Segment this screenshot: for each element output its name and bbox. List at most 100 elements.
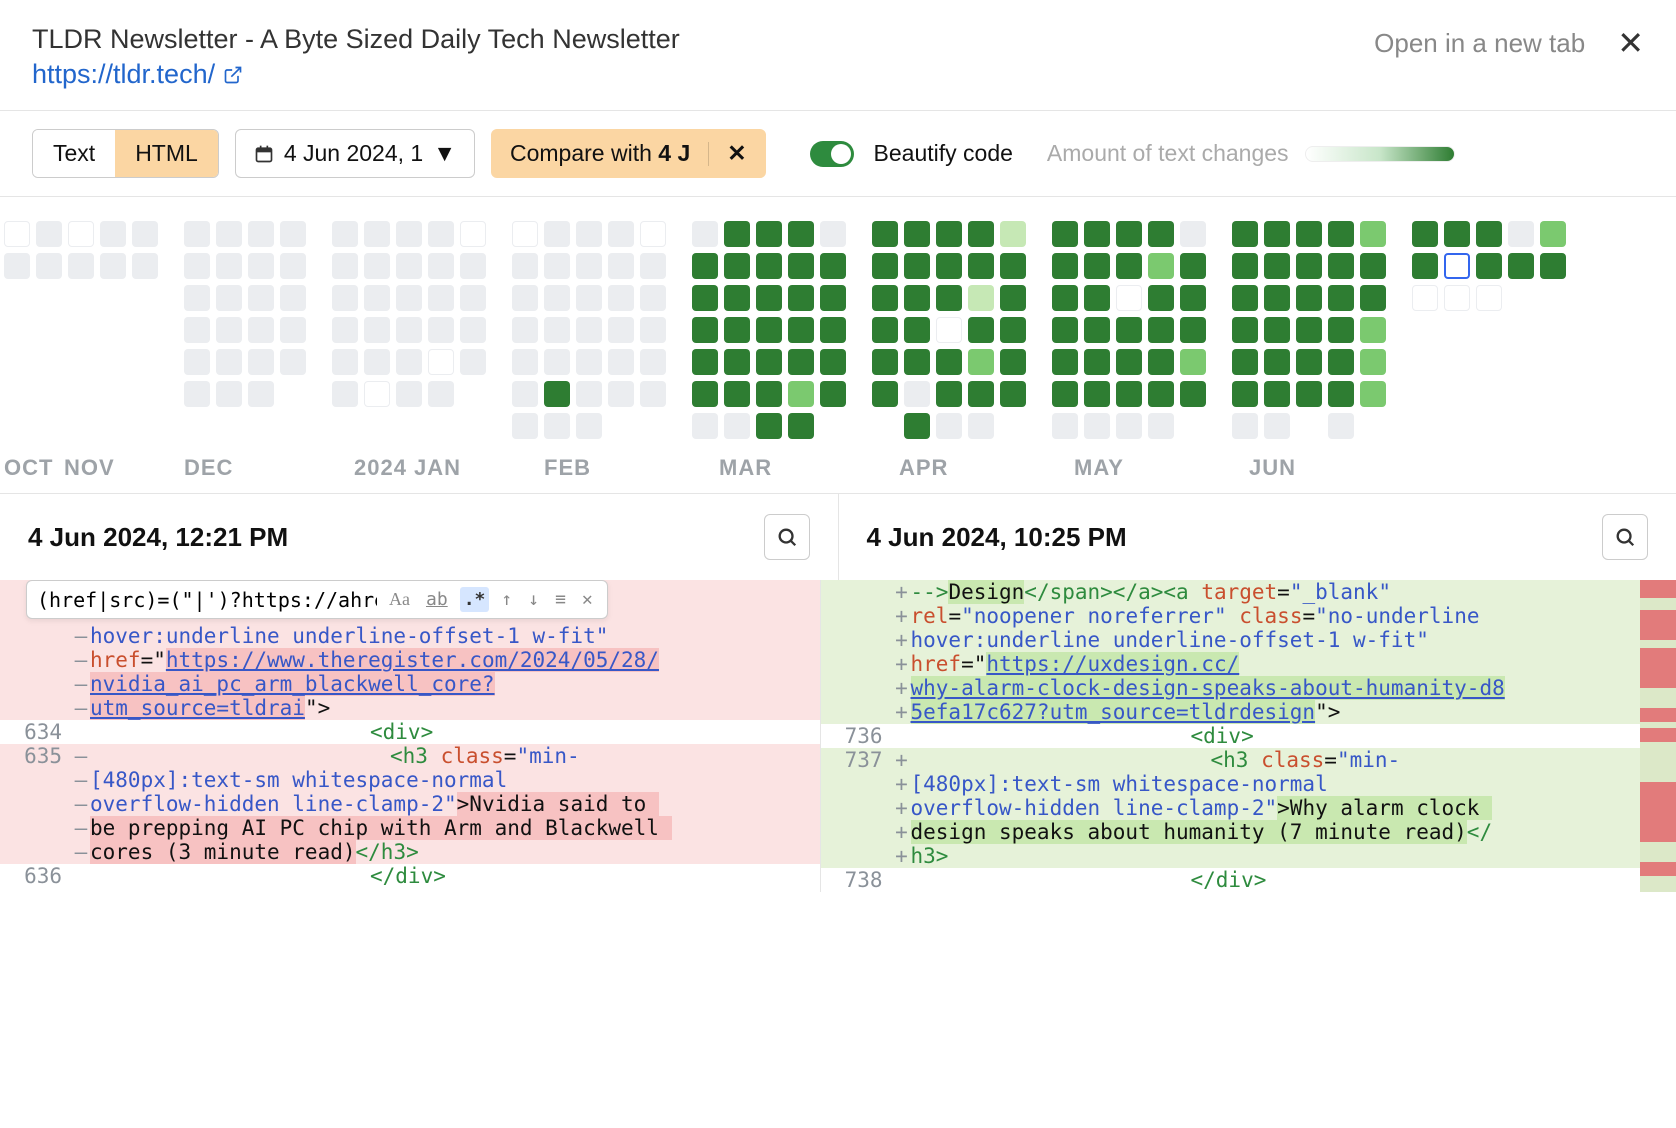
- calendar-day[interactable]: [640, 381, 666, 407]
- calendar-day[interactable]: [1296, 253, 1322, 279]
- calendar-day[interactable]: [428, 253, 454, 279]
- calendar-day[interactable]: [788, 253, 814, 279]
- calendar-day[interactable]: [608, 317, 634, 343]
- calendar-day[interactable]: [216, 221, 242, 247]
- compare-close-icon[interactable]: ✕: [727, 140, 746, 167]
- calendar-day[interactable]: [1116, 317, 1142, 343]
- calendar-day[interactable]: [692, 285, 718, 311]
- calendar-day[interactable]: [904, 253, 930, 279]
- calendar-day[interactable]: [1052, 381, 1078, 407]
- calendar-day[interactable]: [1328, 381, 1354, 407]
- calendar-day[interactable]: [1052, 317, 1078, 343]
- calendar-day[interactable]: [216, 285, 242, 311]
- calendar-day[interactable]: [4, 253, 30, 279]
- calendar-day[interactable]: [1148, 253, 1174, 279]
- find-close-icon[interactable]: ✕: [578, 587, 597, 612]
- calendar-day[interactable]: [1000, 317, 1026, 343]
- calendar-day[interactable]: [184, 285, 210, 311]
- search-right-button[interactable]: [1602, 514, 1648, 560]
- calendar-day[interactable]: [364, 381, 390, 407]
- calendar-day[interactable]: [576, 349, 602, 375]
- calendar-day[interactable]: [1444, 285, 1470, 311]
- calendar-day[interactable]: [512, 285, 538, 311]
- calendar-day[interactable]: [1180, 221, 1206, 247]
- calendar-day[interactable]: [1476, 253, 1502, 279]
- calendar-day[interactable]: [248, 349, 274, 375]
- beautify-toggle[interactable]: [810, 141, 854, 167]
- calendar-day[interactable]: [1328, 349, 1354, 375]
- calendar-day[interactable]: [1084, 413, 1110, 439]
- calendar-day[interactable]: [1148, 221, 1174, 247]
- calendar-day[interactable]: [512, 253, 538, 279]
- calendar-day[interactable]: [1296, 285, 1322, 311]
- calendar-day[interactable]: [396, 253, 422, 279]
- calendar-day[interactable]: [1052, 285, 1078, 311]
- calendar-day[interactable]: [1084, 317, 1110, 343]
- whole-word-icon[interactable]: ab: [422, 587, 452, 612]
- calendar-day[interactable]: [756, 285, 782, 311]
- calendar-day[interactable]: [1328, 285, 1354, 311]
- calendar-day[interactable]: [640, 253, 666, 279]
- calendar-day[interactable]: [692, 221, 718, 247]
- calendar-day[interactable]: [1296, 221, 1322, 247]
- calendar-day[interactable]: [544, 413, 570, 439]
- calendar-day[interactable]: [1148, 317, 1174, 343]
- calendar-day[interactable]: [396, 285, 422, 311]
- calendar-day[interactable]: [1232, 381, 1258, 407]
- calendar-day[interactable]: [1116, 221, 1142, 247]
- calendar-day[interactable]: [1232, 285, 1258, 311]
- calendar-day[interactable]: [428, 221, 454, 247]
- calendar-day[interactable]: [68, 221, 94, 247]
- search-left-button[interactable]: [764, 514, 810, 560]
- calendar-day[interactable]: [640, 317, 666, 343]
- calendar-day[interactable]: [512, 381, 538, 407]
- calendar-day[interactable]: [1296, 349, 1322, 375]
- calendar-day[interactable]: [692, 253, 718, 279]
- calendar-day[interactable]: [640, 221, 666, 247]
- calendar-day[interactable]: [512, 413, 538, 439]
- calendar-day[interactable]: [280, 221, 306, 247]
- date-picker-button[interactable]: 4 Jun 2024, 1 ▼: [235, 129, 475, 178]
- calendar-day[interactable]: [1540, 253, 1566, 279]
- calendar-day[interactable]: [1116, 381, 1142, 407]
- calendar-day[interactable]: [608, 381, 634, 407]
- calendar-day[interactable]: [788, 413, 814, 439]
- calendar-day[interactable]: [1000, 381, 1026, 407]
- calendar-day[interactable]: [576, 253, 602, 279]
- calendar-day[interactable]: [1000, 221, 1026, 247]
- calendar-day[interactable]: [1084, 253, 1110, 279]
- calendar-day[interactable]: [936, 413, 962, 439]
- calendar-day[interactable]: [132, 253, 158, 279]
- calendar-day[interactable]: [544, 253, 570, 279]
- calendar-day[interactable]: [872, 221, 898, 247]
- calendar-day[interactable]: [904, 349, 930, 375]
- calendar-day[interactable]: [1084, 221, 1110, 247]
- calendar-day[interactable]: [1084, 381, 1110, 407]
- calendar-day[interactable]: [248, 381, 274, 407]
- calendar-day[interactable]: [872, 285, 898, 311]
- calendar-day[interactable]: [364, 221, 390, 247]
- calendar-day[interactable]: [216, 381, 242, 407]
- calendar-day[interactable]: [1000, 349, 1026, 375]
- calendar-day[interactable]: [1264, 221, 1290, 247]
- calendar-day[interactable]: [428, 381, 454, 407]
- calendar-day[interactable]: [904, 221, 930, 247]
- regex-icon[interactable]: .*: [460, 587, 490, 612]
- calendar-day[interactable]: [460, 253, 486, 279]
- calendar-day[interactable]: [968, 317, 994, 343]
- calendar-day[interactable]: [608, 285, 634, 311]
- calendar-day[interactable]: [936, 349, 962, 375]
- calendar-day[interactable]: [1116, 413, 1142, 439]
- calendar-day[interactable]: [1328, 317, 1354, 343]
- calendar-day[interactable]: [820, 381, 846, 407]
- calendar-day[interactable]: [1084, 285, 1110, 311]
- calendar-day[interactable]: [788, 285, 814, 311]
- calendar-day[interactable]: [724, 221, 750, 247]
- calendar-day[interactable]: [364, 349, 390, 375]
- calendar-day[interactable]: [576, 413, 602, 439]
- calendar-day[interactable]: [396, 349, 422, 375]
- calendar-day[interactable]: [1360, 349, 1386, 375]
- calendar-day[interactable]: [724, 317, 750, 343]
- calendar-day[interactable]: [280, 253, 306, 279]
- calendar-day[interactable]: [608, 221, 634, 247]
